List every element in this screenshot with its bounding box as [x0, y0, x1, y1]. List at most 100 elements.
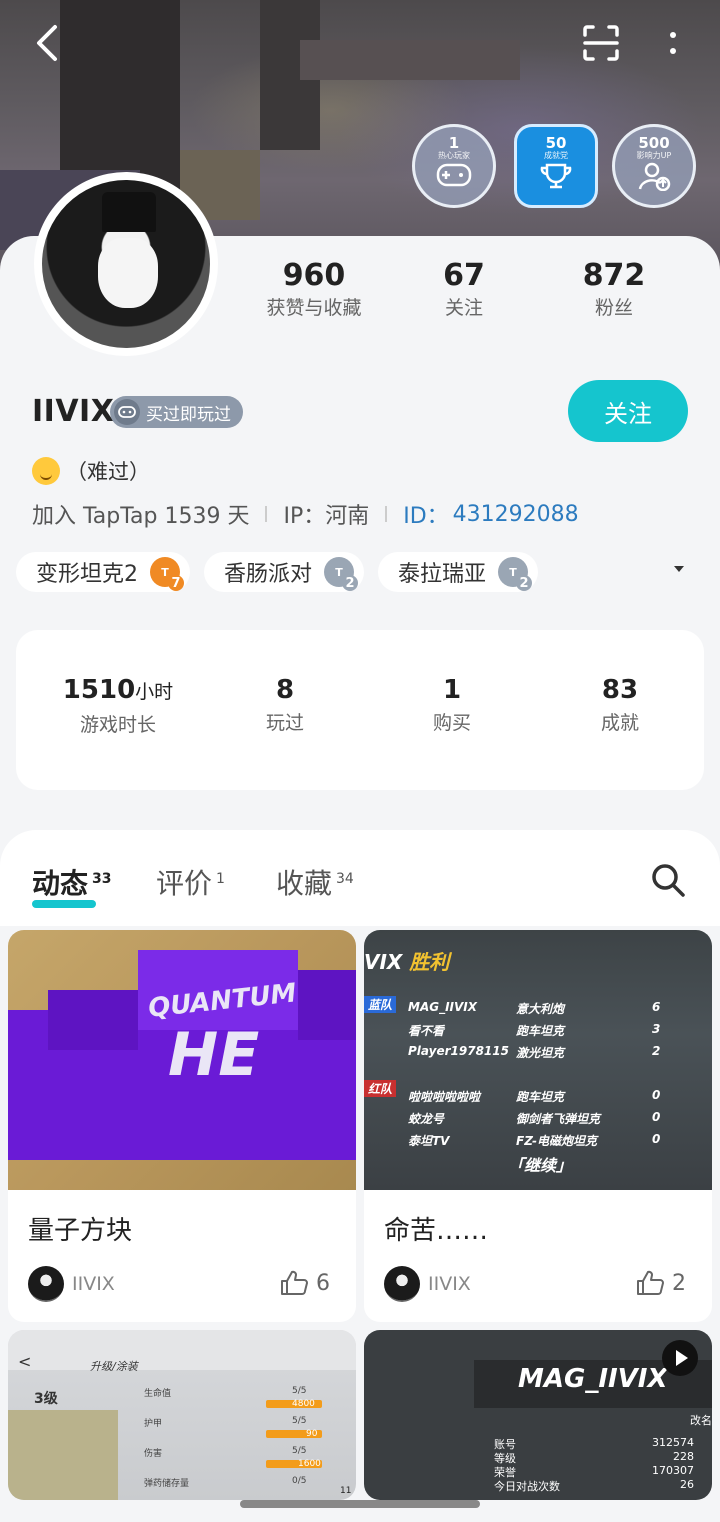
post-image-text: 3级	[34, 1391, 58, 1407]
feed-section: 动态 33 评价 1 收藏 34 QUANTUM HE 量子方块 IIVIX 6…	[0, 830, 720, 1522]
thumbs-up-icon	[281, 1270, 308, 1295]
chevron-left-icon	[37, 25, 57, 61]
tab-count: 33	[92, 870, 112, 887]
badge-achiever[interactable]: 50 成就党	[514, 124, 598, 208]
avatar	[28, 1266, 64, 1302]
game-level-icon: T2	[498, 557, 533, 591]
post-image-text: 胜利	[409, 950, 450, 974]
summary-achievements[interactable]: 83 成就	[540, 674, 700, 740]
game-summary: 1510小时 游戏时长 8 玩过 1 购买 83 成就	[16, 630, 704, 790]
played-tag[interactable]: 买过即玩过	[110, 396, 243, 428]
back-button[interactable]	[22, 18, 72, 68]
achieve-value: 83	[601, 675, 639, 705]
stat-following[interactable]: 67 关注	[404, 258, 524, 328]
scan-button[interactable]	[576, 18, 626, 68]
game-name: 变形坦克2	[36, 562, 138, 587]
played-value: 8	[275, 675, 295, 705]
like-button[interactable]: 6	[280, 1270, 330, 1296]
played-label: 玩过	[265, 712, 304, 734]
tab-label: 动态	[32, 867, 89, 900]
stat-value: 872	[582, 258, 646, 293]
post-author[interactable]: IIVIX	[384, 1266, 471, 1302]
username: IIVIX	[32, 394, 115, 429]
scan-icon	[583, 25, 619, 61]
bought-value: 1	[442, 675, 462, 705]
author-name: IIVIX	[428, 1273, 471, 1295]
game-name: 泰拉瑞亚	[398, 562, 487, 587]
badge-influence[interactable]: 500 影响力UP	[612, 124, 696, 208]
badge-level: 1	[448, 134, 460, 152]
badge-title: 热心玩家	[438, 151, 470, 160]
more-button[interactable]	[648, 18, 698, 68]
team-label: 红队	[364, 1080, 397, 1097]
post-card[interactable]: QUANTUM HE 量子方块 IIVIX 6	[8, 930, 356, 1322]
tab-reviews[interactable]: 评价 1	[156, 862, 225, 902]
bio-text: （难过）	[66, 460, 150, 484]
post-image: QUANTUM HE	[8, 930, 356, 1190]
post-card[interactable]: MAG_IIVIX 改名 账号 312574 等级 228 荣誉 170307 今日对…	[364, 1330, 712, 1500]
game-chip[interactable]: 变形坦克2 T7	[16, 552, 190, 592]
ip-location: IP：河南	[283, 504, 370, 529]
post-image: VIX 胜利 蓝队 MAG_IIVIX 意大利炮 6 看不看 跑车坦克 3 Player…	[364, 930, 712, 1190]
playtime-value: 1510	[62, 675, 136, 705]
team-label: 蓝队	[364, 996, 397, 1013]
stat-label: 粉丝	[594, 297, 633, 319]
avatar	[384, 1266, 420, 1302]
post-image: < 升级/涂装 3级 生命值 5/5 4800 护甲 5/5 90 伤害 5/5…	[8, 1330, 356, 1500]
stat-label: 获赞与收藏	[266, 297, 362, 319]
badge-title: 影响力UP	[636, 151, 672, 160]
tab-count: 1	[216, 870, 225, 887]
id-label: ID：	[403, 504, 449, 529]
tab-bar: 动态 33 评价 1 收藏 34	[0, 830, 720, 926]
post-card[interactable]: < 升级/涂装 3级 生命值 5/5 4800 护甲 5/5 90 伤害 5/5…	[8, 1330, 356, 1500]
like-count: 2	[672, 1270, 686, 1296]
game-level-icon: T7	[150, 557, 184, 591]
user-up-icon	[638, 162, 671, 191]
tab-favorites[interactable]: 收藏 34	[276, 862, 354, 902]
badge-level: 500	[638, 134, 670, 152]
playtime-unit: 小时	[135, 681, 174, 703]
game-name: 香肠派对	[224, 562, 313, 587]
stat-likes[interactable]: 960 获赞与收藏	[254, 258, 374, 328]
stat-fans[interactable]: 872 粉丝	[554, 258, 674, 328]
home-indicator[interactable]	[240, 1500, 480, 1508]
badge-title: 成就党	[544, 151, 568, 160]
follow-button[interactable]: 关注	[568, 380, 688, 442]
author-name: IIVIX	[72, 1273, 115, 1295]
gamepad-icon	[436, 163, 472, 187]
game-level-icon: T2	[324, 557, 359, 591]
game-chips: 变形坦克2 T7 香肠派对 T2 泰拉瑞亚 T2	[16, 552, 539, 592]
post-image-text: 升级/涂装	[90, 1360, 138, 1373]
badge-hot-player[interactable]: 1 热心玩家	[412, 124, 496, 208]
party-emoji-icon	[32, 457, 60, 485]
post-author[interactable]: IIVIX	[28, 1266, 115, 1302]
trophy-icon	[540, 163, 572, 189]
game-chip[interactable]: 泰拉瑞亚 T2	[378, 552, 539, 592]
post-card[interactable]: VIX 胜利 蓝队 MAG_IIVIX 意大利炮 6 看不看 跑车坦克 3 Player…	[364, 930, 712, 1322]
like-button[interactable]: 2	[636, 1270, 686, 1296]
search-button[interactable]	[648, 860, 688, 900]
thumbs-up-icon	[637, 1270, 664, 1295]
id-value[interactable]: 431292088	[453, 502, 579, 527]
search-icon	[652, 864, 685, 897]
summary-played[interactable]: 8 玩过	[205, 674, 365, 740]
post-title: 量子方块	[28, 1216, 133, 1246]
controller-icon	[114, 399, 140, 425]
avatar[interactable]	[34, 172, 218, 356]
continue-label: 「继续」	[508, 1156, 573, 1175]
tab-moments[interactable]: 动态 33	[32, 862, 112, 902]
expand-games-button[interactable]	[672, 562, 692, 582]
bio: （难过）	[32, 456, 150, 486]
game-chip[interactable]: 香肠派对 T2	[204, 552, 365, 592]
summary-playtime[interactable]: 1510小时 游戏时长	[38, 674, 198, 742]
played-tag-label: 买过即玩过	[146, 404, 231, 425]
video-play-icon	[662, 1340, 698, 1376]
post-image-text: VIX	[364, 950, 403, 974]
summary-bought[interactable]: 1 购买	[372, 674, 532, 740]
caret-down-icon	[674, 566, 684, 572]
profile-meta: 加入 TapTap 1539 天 IP：河南 ID： 431292088	[32, 498, 579, 530]
achieve-label: 成就	[600, 712, 639, 734]
join-days: 加入 TapTap 1539 天	[32, 504, 250, 529]
post-title: 命苦……	[384, 1216, 489, 1246]
tab-count: 34	[336, 870, 354, 887]
